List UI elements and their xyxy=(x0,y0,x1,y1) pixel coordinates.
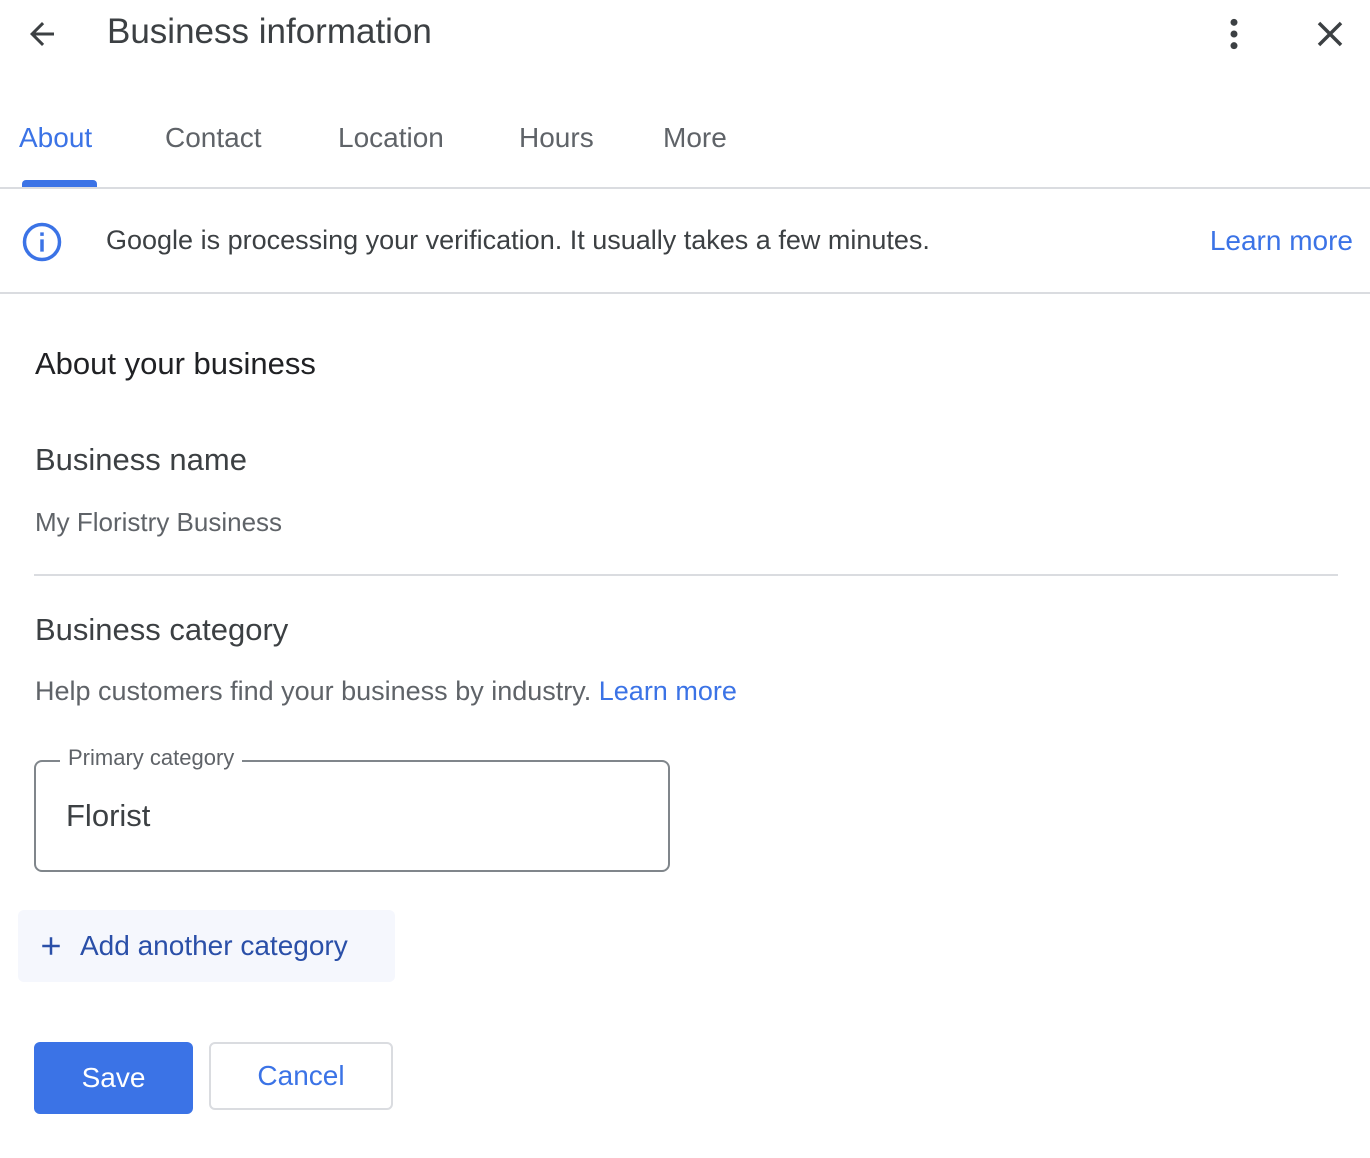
add-category-label: Add another category xyxy=(80,930,348,961)
close-icon xyxy=(1317,21,1343,47)
tab-bar: About Contact Location Hours More xyxy=(0,100,1370,189)
more-vert-icon xyxy=(1230,18,1238,50)
arrow-back-icon xyxy=(30,22,54,46)
banner-learn-more-link[interactable]: Learn more xyxy=(1210,225,1353,257)
close-button[interactable] xyxy=(1308,12,1352,56)
primary-category-value[interactable]: Florist xyxy=(66,798,150,834)
tab-location[interactable]: Location xyxy=(338,122,444,154)
business-name-label: Business name xyxy=(35,442,247,477)
business-name-value[interactable]: My Floristry Business xyxy=(35,507,282,538)
tab-about[interactable]: About xyxy=(19,122,92,154)
tab-contact[interactable]: Contact xyxy=(165,122,262,154)
active-tab-indicator xyxy=(22,180,97,187)
section-title: About your business xyxy=(35,346,316,381)
add-category-button[interactable]: Add another category xyxy=(18,910,395,982)
primary-category-field[interactable]: Primary category Florist xyxy=(34,745,670,872)
banner-message: Google is processing your verification. … xyxy=(106,225,930,255)
category-help-text: Help customers find your business by ind… xyxy=(35,676,592,706)
tab-hours[interactable]: Hours xyxy=(519,122,594,154)
category-learn-more-link[interactable]: Learn more xyxy=(599,676,737,706)
cancel-button[interactable]: Cancel xyxy=(209,1042,393,1110)
business-category-label: Business category xyxy=(35,612,289,647)
divider xyxy=(34,574,1338,576)
more-options-button[interactable] xyxy=(1214,12,1254,56)
save-button[interactable]: Save xyxy=(34,1042,193,1114)
primary-category-label: Primary category xyxy=(60,745,243,771)
info-icon xyxy=(22,222,62,262)
back-button[interactable] xyxy=(20,14,64,54)
page-title: Business information xyxy=(107,12,432,51)
plus-icon xyxy=(42,937,60,955)
category-help: Help customers find your business by ind… xyxy=(35,676,737,707)
verification-banner: Google is processing your verification. … xyxy=(0,189,1370,294)
tab-more[interactable]: More xyxy=(663,122,727,154)
